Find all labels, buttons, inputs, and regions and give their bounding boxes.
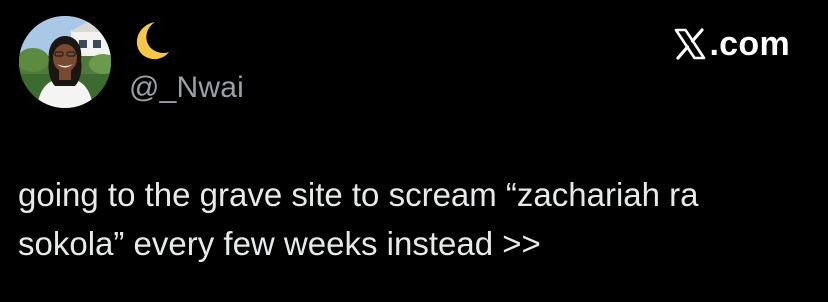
- crescent-moon-icon: [128, 18, 172, 62]
- author-handle[interactable]: @_Nwai: [129, 71, 244, 105]
- avatar[interactable]: [19, 16, 111, 108]
- tweet-text-line-1: going to the grave site to scream “zacha…: [18, 176, 699, 213]
- watermark: .com: [673, 24, 790, 64]
- x-logo-icon: [673, 27, 707, 61]
- watermark-text: .com: [709, 25, 790, 63]
- display-name[interactable]: [128, 18, 172, 62]
- tweet-text-line-2: sokola” every few weeks instead >>: [18, 225, 541, 262]
- tweet-card: @_Nwai .com going to the grave site to s…: [0, 0, 828, 302]
- profile-photo: [19, 16, 111, 108]
- tweet-text: going to the grave site to scream “zacha…: [18, 170, 808, 268]
